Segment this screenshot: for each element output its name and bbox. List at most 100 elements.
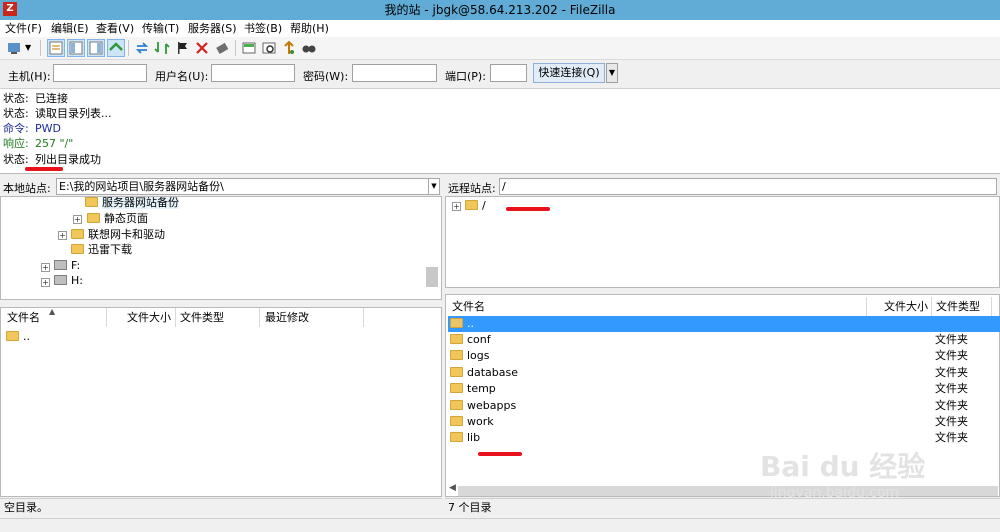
toolbar-separator xyxy=(128,40,129,56)
drive-icon xyxy=(54,260,67,270)
column-separator[interactable] xyxy=(866,297,867,316)
menu-file[interactable]: 文件(F) xyxy=(5,20,42,37)
local-path-input[interactable]: E:\我的网站项目\服务器网站备份\ xyxy=(56,178,430,195)
expand-icon[interactable]: + xyxy=(41,263,50,272)
tree-node[interactable]: 服务器网站备份 xyxy=(85,197,179,211)
site-manager-icon[interactable] xyxy=(6,40,22,56)
quickconnect-button[interactable]: 快速连接(Q) xyxy=(533,63,605,83)
column-separator[interactable] xyxy=(106,308,107,327)
tree-node[interactable]: 静态页面 xyxy=(87,211,148,227)
column-header-name[interactable]: 文件名 xyxy=(7,308,40,327)
column-header-modified[interactable]: 最近修改 xyxy=(265,308,309,327)
table-row[interactable]: database xyxy=(450,365,518,381)
toolbar: ▼ xyxy=(0,37,1000,60)
table-row[interactable]: webapps xyxy=(450,398,516,414)
expand-icon[interactable]: + xyxy=(58,231,67,240)
column-separator[interactable] xyxy=(363,308,364,327)
annotation-underline xyxy=(25,167,63,171)
scrollbar-thumb[interactable] xyxy=(426,267,438,287)
expand-icon[interactable]: + xyxy=(73,215,82,224)
toolbar-separator xyxy=(40,40,41,56)
column-header-name[interactable]: 文件名 xyxy=(452,297,485,316)
synchronized-browsing-icon[interactable] xyxy=(281,40,297,56)
menu-edit[interactable]: 编辑(E) xyxy=(51,20,89,37)
column-header-type[interactable]: 文件类型 xyxy=(180,308,224,327)
disconnect-icon[interactable] xyxy=(194,40,210,56)
log-line: 状态: 列出目录成功 xyxy=(3,153,101,166)
table-cell-type: 文件夹 xyxy=(935,399,968,412)
tree-node[interactable]: 联想网卡和驱动 xyxy=(71,227,165,243)
column-header-size[interactable]: 文件大小 xyxy=(884,297,928,316)
password-label: 密码(W): xyxy=(303,70,349,83)
toggle-remote-tree-icon[interactable] xyxy=(87,39,105,57)
table-cell-type: 文件夹 xyxy=(935,382,968,395)
column-separator[interactable] xyxy=(991,297,992,316)
table-row[interactable]: lib xyxy=(450,430,480,446)
folder-icon xyxy=(87,213,100,223)
site-manager-dropdown-icon[interactable]: ▼ xyxy=(25,40,35,56)
folder-icon xyxy=(71,229,84,239)
tree-node[interactable]: F: xyxy=(54,258,80,274)
table-row[interactable]: logs xyxy=(450,348,490,364)
expand-icon[interactable]: + xyxy=(452,202,461,211)
quickconnect-bar: 主机(H): 用户名(U): 密码(W): 端口(P): 快速连接(Q) ▼ xyxy=(0,60,1000,89)
tree-node[interactable]: H: xyxy=(54,273,83,289)
compare-directories-icon[interactable] xyxy=(261,40,277,56)
title-bar: Z 我的站 - jbgk@58.64.213.202 - FileZilla xyxy=(0,0,1000,20)
horizontal-scrollbar[interactable] xyxy=(458,486,998,496)
column-separator[interactable] xyxy=(259,308,260,327)
table-cell-type: 文件夹 xyxy=(935,431,968,444)
expand-icon[interactable]: + xyxy=(41,278,50,287)
chevron-down-icon: ▼ xyxy=(608,68,616,77)
selected-row-highlight xyxy=(448,316,1000,332)
port-input[interactable] xyxy=(490,64,527,82)
host-label: 主机(H): xyxy=(8,70,51,83)
remote-path-bar: 远程站点: / xyxy=(445,176,1000,196)
reconnect-icon[interactable] xyxy=(214,40,230,56)
remote-site-label: 远程站点: xyxy=(448,182,496,195)
column-separator[interactable] xyxy=(175,308,176,327)
table-row[interactable]: conf xyxy=(450,332,491,348)
password-input[interactable] xyxy=(352,64,437,82)
menu-help[interactable]: 帮助(H) xyxy=(290,20,329,37)
table-row[interactable]: work xyxy=(450,414,494,430)
annotation-underline xyxy=(478,452,522,456)
folder-icon xyxy=(85,197,98,207)
username-input[interactable] xyxy=(211,64,295,82)
menu-transfer[interactable]: 传输(T) xyxy=(142,20,179,37)
sort-indicator-icon: ▲ xyxy=(49,307,56,316)
menu-server[interactable]: 服务器(S) xyxy=(188,20,237,37)
log-line: 状态: 读取目录列表... xyxy=(3,107,112,120)
toggle-queue-icon[interactable] xyxy=(107,39,125,57)
column-header-size[interactable]: 文件大小 xyxy=(127,308,171,327)
folder-icon xyxy=(450,400,463,410)
toolbar-separator xyxy=(235,40,236,56)
remote-status: 7 个目录 xyxy=(445,498,1000,517)
column-header-type[interactable]: 文件类型 xyxy=(936,297,980,316)
host-input[interactable] xyxy=(53,64,147,82)
table-row[interactable]: .. xyxy=(450,316,474,332)
toggle-local-tree-icon[interactable] xyxy=(67,39,85,57)
folder-icon xyxy=(450,383,463,393)
tree-node[interactable]: 迅雷下载 xyxy=(71,242,132,258)
directory-listing-filters-icon[interactable] xyxy=(241,40,257,56)
search-remote-icon[interactable] xyxy=(301,40,317,56)
menu-bookmarks[interactable]: 书签(B) xyxy=(244,20,282,37)
chevron-down-icon: ▼ xyxy=(431,182,437,190)
quickconnect-dropdown[interactable]: ▼ xyxy=(606,63,618,83)
local-path-bar: 本地站点: E:\我的网站项目\服务器网站备份\ ▼ xyxy=(0,176,442,196)
refresh-icon[interactable] xyxy=(134,40,150,56)
menu-view[interactable]: 查看(V) xyxy=(96,20,134,37)
table-row[interactable]: temp xyxy=(450,381,496,397)
local-path-dropdown[interactable]: ▼ xyxy=(428,178,440,195)
cancel-operation-icon[interactable] xyxy=(174,40,190,56)
process-queue-icon[interactable] xyxy=(154,40,170,56)
tree-node[interactable]: / xyxy=(465,198,486,214)
remote-path-input[interactable]: / xyxy=(499,178,997,195)
table-cell-type: 文件夹 xyxy=(935,333,968,346)
toggle-log-icon[interactable] xyxy=(47,39,65,57)
list-item[interactable]: .. xyxy=(6,329,30,345)
watermark: Bai du 经验 xyxy=(760,450,926,483)
column-separator[interactable] xyxy=(931,297,932,316)
scroll-left-icon[interactable]: ◀ xyxy=(449,483,456,493)
